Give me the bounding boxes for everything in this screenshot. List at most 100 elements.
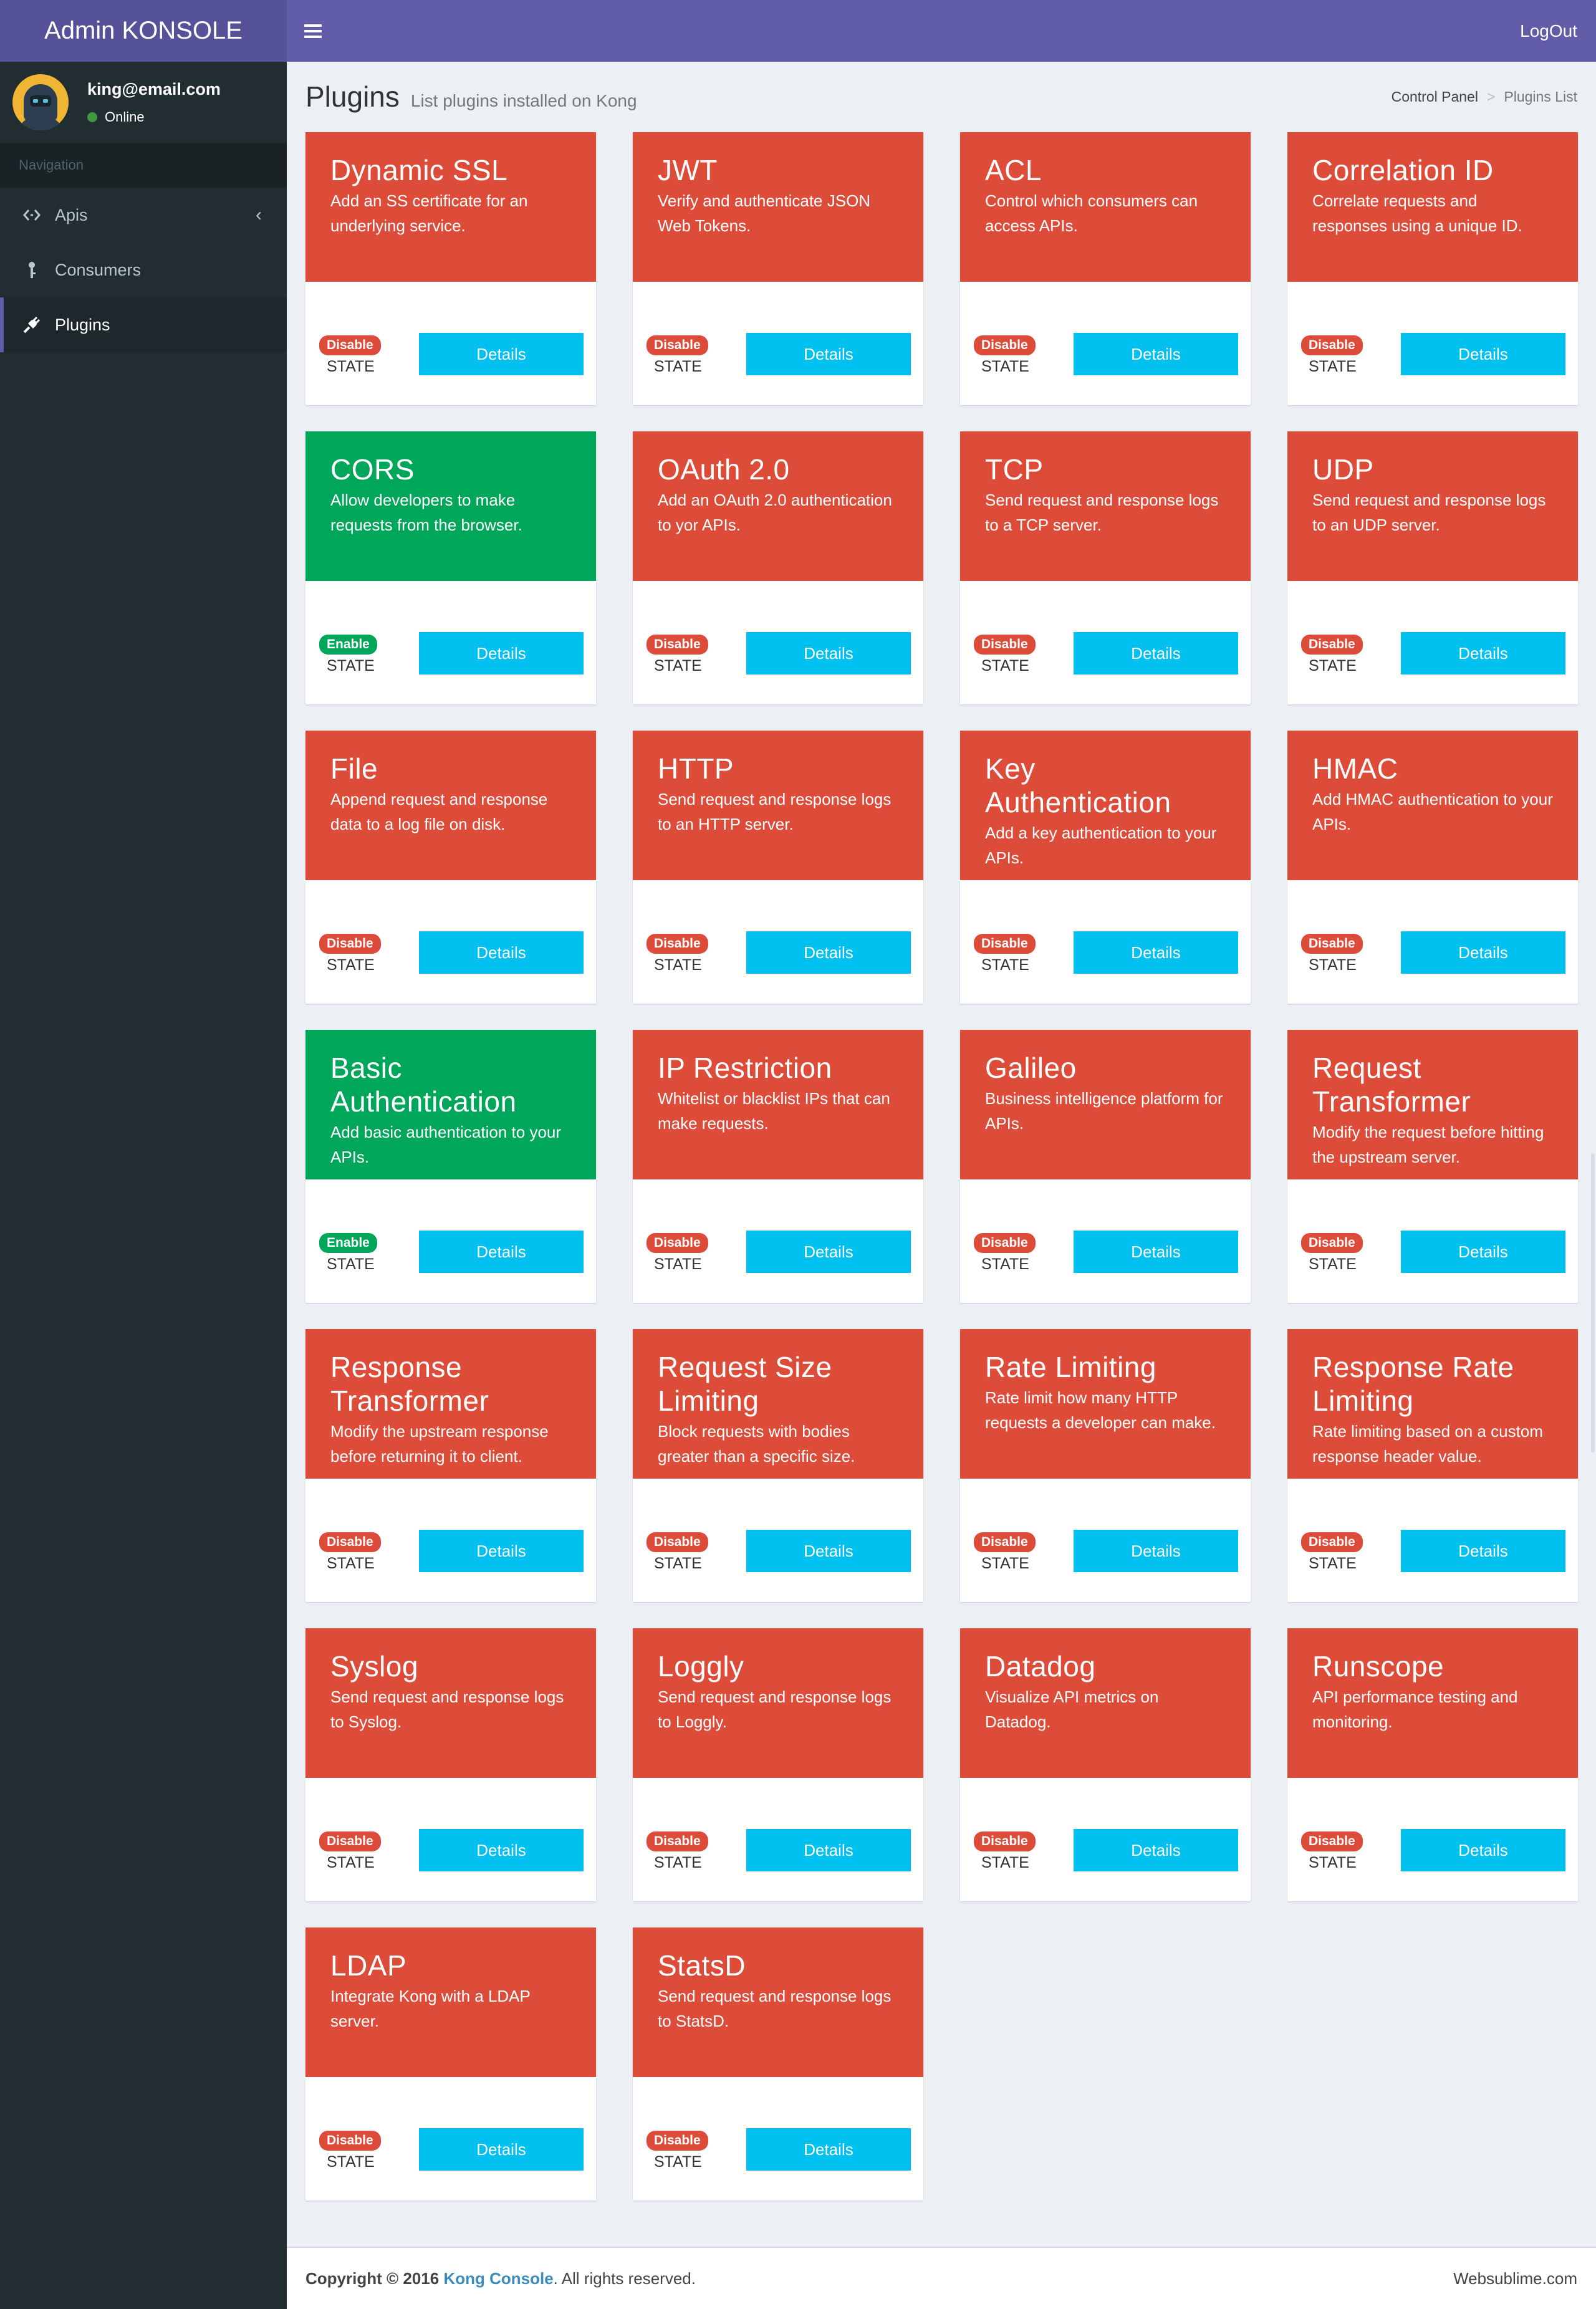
plugin-card: Rate Limiting Rate limit how many HTTP re… [960, 1329, 1251, 1602]
plugin-card-header: HMAC Add HMAC authentication to your APIs… [1287, 731, 1578, 880]
plugin-name: Request Size Limiting [658, 1351, 832, 1417]
details-button[interactable]: Details [1401, 1829, 1565, 1871]
details-button[interactable]: Details [1401, 1231, 1565, 1273]
state-label: STATE [654, 657, 702, 674]
footer-brand-link[interactable]: Kong Console [443, 2269, 553, 2288]
plugin-description: Send request and response logs to an UDP… [1312, 491, 1546, 534]
details-button[interactable]: Details [419, 931, 584, 974]
plugin-description: Add an SS certificate for an underlying … [330, 191, 528, 235]
plugin-description: Send request and response logs to Loggly… [658, 1687, 892, 1731]
plugin-card-footer: Disable STATE Details [960, 1179, 1251, 1303]
footer-rights: . All rights reserved. [553, 2268, 696, 2288]
plugin-card: LDAP Integrate Kong with a LDAP server. Di… [305, 1927, 596, 2201]
plugin-card: Dynamic SSL Add an SS certificate for an … [305, 132, 596, 405]
plugin-card: Datadog Visualize API metrics on Datadog.… [960, 1628, 1251, 1901]
details-button[interactable]: Details [746, 2128, 911, 2171]
plugin-card-header: Loggly Send request and response logs to … [633, 1628, 923, 1778]
plugin-name: CORS [330, 453, 415, 486]
sidebar-item-plugins[interactable]: Plugins [0, 297, 287, 352]
logout-link[interactable]: LogOut [1520, 21, 1577, 41]
details-button[interactable]: Details [1074, 931, 1238, 974]
footer: Copyright © 2016 Kong Console. All right… [287, 2247, 1596, 2309]
state-label: STATE [654, 1255, 702, 1273]
plugin-card-header: HTTP Send request and response logs to an… [633, 731, 923, 880]
details-button[interactable]: Details [419, 1231, 584, 1273]
sidebar-item-apis[interactable]: Apis ‹ [0, 188, 287, 242]
state-label: STATE [1309, 1854, 1357, 1871]
status-badge: Enable [319, 1233, 377, 1253]
status-badge: Disable [647, 1233, 708, 1253]
status-badge: Disable [319, 335, 381, 355]
plugin-name: HTTP [658, 752, 734, 785]
state-label: STATE [1309, 956, 1357, 974]
details-button[interactable]: Details [1074, 632, 1238, 674]
details-button[interactable]: Details [746, 333, 911, 375]
user-status: Online [87, 109, 221, 125]
sidebar: king@email.com Online Navigation Apis ‹ … [0, 62, 287, 2309]
details-button[interactable]: Details [1401, 1530, 1565, 1572]
details-button[interactable]: Details [1074, 1829, 1238, 1871]
plugin-name: Dynamic SSL [330, 154, 508, 186]
plugin-card-footer: Disable STATE Details [305, 1479, 596, 1602]
plugin-description: Block requests with bodies greater than … [658, 1422, 855, 1466]
plugin-description: Append request and response data to a lo… [330, 790, 548, 833]
plugin-card-footer: Disable STATE Details [960, 282, 1251, 405]
plugin-card: Galileo Business intelligence platform fo… [960, 1030, 1251, 1303]
details-button[interactable]: Details [419, 1829, 584, 1871]
plugin-name: Galileo [985, 1052, 1077, 1084]
plugin-card-footer: Enable STATE Details [305, 581, 596, 704]
details-button[interactable]: Details [1401, 931, 1565, 974]
state-label: STATE [1309, 1255, 1357, 1273]
user-status-label: Online [105, 108, 145, 125]
app-logo[interactable]: Admin KONSOLE [0, 0, 287, 62]
breadcrumb-current: Plugins List [1504, 88, 1577, 105]
chevron-left-icon[interactable]: ‹ [256, 204, 262, 226]
plugin-description: Verify and authenticate JSON Web Tokens. [658, 191, 871, 235]
footer-right-link[interactable]: Websublime.com [1453, 2269, 1577, 2288]
details-button[interactable]: Details [419, 632, 584, 674]
plugin-name: Request Transformer [1312, 1052, 1471, 1118]
details-button[interactable]: Details [746, 1530, 911, 1572]
breadcrumb-home-link[interactable]: Control Panel [1392, 89, 1478, 105]
plugin-card-header: Rate Limiting Rate limit how many HTTP re… [960, 1329, 1251, 1479]
details-button[interactable]: Details [419, 1530, 584, 1572]
plugin-description: Rate limiting based on a custom response… [1312, 1422, 1543, 1466]
plugin-description: API performance testing and monitoring. [1312, 1687, 1518, 1731]
details-button[interactable]: Details [1401, 632, 1565, 674]
sidebar-item-consumers[interactable]: Consumers [0, 242, 287, 297]
plugin-name: Basic Authentication [330, 1052, 517, 1118]
details-button[interactable]: Details [746, 632, 911, 674]
details-button[interactable]: Details [1401, 333, 1565, 375]
details-button[interactable]: Details [746, 931, 911, 974]
plugin-name: Rate Limiting [985, 1351, 1156, 1383]
details-button[interactable]: Details [746, 1829, 911, 1871]
details-button[interactable]: Details [419, 333, 584, 375]
breadcrumb-separator-icon: > [1486, 88, 1496, 105]
plugin-name: HMAC [1312, 752, 1398, 785]
status-badge: Disable [974, 1532, 1036, 1552]
plugin-card-footer: Disable STATE Details [633, 282, 923, 405]
plugin-card: Response Transformer Modify the upstream … [305, 1329, 596, 1602]
details-button[interactable]: Details [419, 2128, 584, 2171]
state-label: STATE [1309, 657, 1357, 674]
plugin-description: Integrate Kong with a LDAP server. [330, 1987, 531, 2030]
plugin-description: Rate limit how many HTTP requests a deve… [985, 1388, 1216, 1432]
user-email: king@email.com [87, 79, 221, 98]
plugin-card-footer: Disable STATE Details [633, 1778, 923, 1901]
menu-toggle-icon[interactable] [304, 24, 322, 38]
plugin-card: Key Authentication Add a key authenticati… [960, 731, 1251, 1004]
plugin-card: JWT Verify and authenticate JSON Web Toke… [633, 132, 923, 405]
status-badge: Enable [319, 635, 377, 655]
state-label: STATE [654, 1555, 702, 1572]
details-button[interactable]: Details [1074, 1231, 1238, 1273]
plugin-card-header: JWT Verify and authenticate JSON Web Toke… [633, 132, 923, 282]
plugin-description: Business intelligence platform for APIs. [985, 1089, 1223, 1133]
plugin-card-footer: Disable STATE Details [633, 880, 923, 1004]
scrollbar[interactable] [1591, 1153, 1595, 1452]
status-badge: Disable [319, 934, 381, 954]
details-button[interactable]: Details [1074, 1530, 1238, 1572]
details-button[interactable]: Details [746, 1231, 911, 1273]
plugin-description: Visualize API metrics on Datadog. [985, 1687, 1159, 1731]
details-button[interactable]: Details [1074, 333, 1238, 375]
plugin-name: Syslog [330, 1650, 419, 1683]
